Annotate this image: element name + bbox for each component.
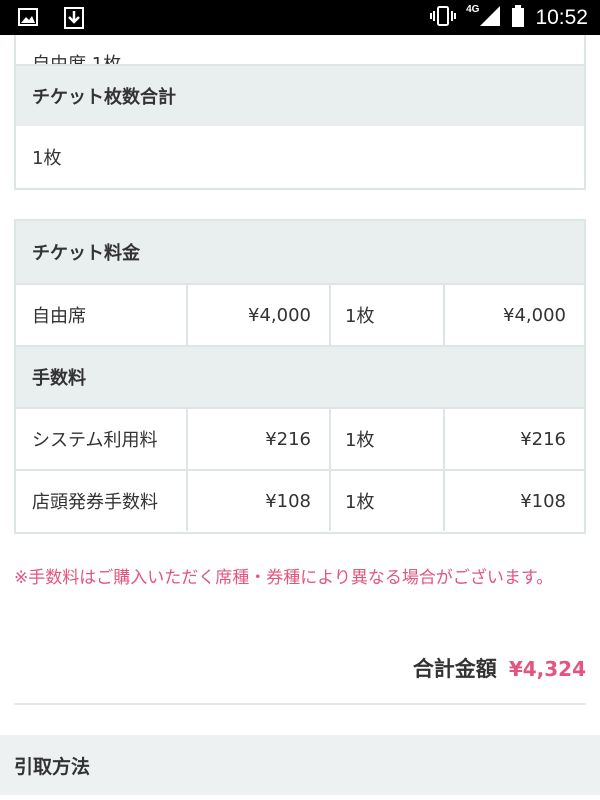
network-type-label: 4G (466, 4, 480, 15)
page-content: 自由席 1枚 チケット枚数合計 1枚 チケット料金 自由席 ¥4,000 1枚 … (0, 35, 600, 800)
subtotal: ¥4,000 (503, 304, 566, 326)
ticket-count-header: チケット枚数合計 (16, 66, 584, 126)
unit-price: ¥108 (188, 471, 331, 531)
quantity: 1枚 (331, 409, 445, 469)
item-name: 自由席 (16, 285, 188, 345)
unit-price: ¥4,000 (188, 285, 331, 345)
ticket-fee-header: チケット料金 (16, 221, 584, 283)
table-row: 自由席 ¥4,000 1枚 ¥4,000 (16, 283, 584, 345)
fee-section-header: 手数料 (16, 345, 584, 407)
clock: 10:52 (535, 5, 588, 29)
ticket-fee-table: チケット料金 自由席 ¥4,000 1枚 ¥4,000 手数料 システム利用料 … (14, 219, 586, 534)
fee-note: ※手数料はご購入いただく席種・券種により異なる場合がございます。 (14, 568, 554, 588)
quantity: 1枚 (331, 285, 445, 345)
ticket-count-value: 1枚 (32, 148, 62, 169)
subtotal: ¥216 (520, 428, 566, 450)
ticket-count-box: 自由席 1枚 チケット枚数合計 1枚 (14, 35, 586, 190)
pickup-method-header: 引取方法 (0, 735, 600, 795)
download-notification-icon (64, 7, 84, 33)
total-value: ¥4,324 (508, 657, 586, 681)
table-row: システム利用料 ¥216 1枚 ¥216 (16, 407, 584, 469)
total-amount: 合計金額 ¥4,324 (413, 653, 586, 683)
subtotal: ¥108 (520, 490, 566, 512)
unit-price: ¥216 (188, 409, 331, 469)
vibrate-icon (430, 5, 457, 31)
item-name: 店頭発券手数料 (16, 471, 188, 531)
battery-icon (511, 4, 525, 31)
image-notification-icon (18, 7, 38, 33)
table-row: 店頭発券手数料 ¥108 1枚 ¥108 (16, 469, 584, 531)
item-name: システム利用料 (16, 409, 188, 469)
previous-row-text: 自由席 1枚 (32, 54, 122, 66)
quantity: 1枚 (331, 471, 445, 531)
divider (14, 703, 586, 705)
status-bar: 4G 10:52 (0, 0, 600, 35)
previous-row: 自由席 1枚 (16, 35, 584, 66)
total-label: 合計金額 (412, 657, 497, 681)
signal-icon (479, 5, 501, 31)
